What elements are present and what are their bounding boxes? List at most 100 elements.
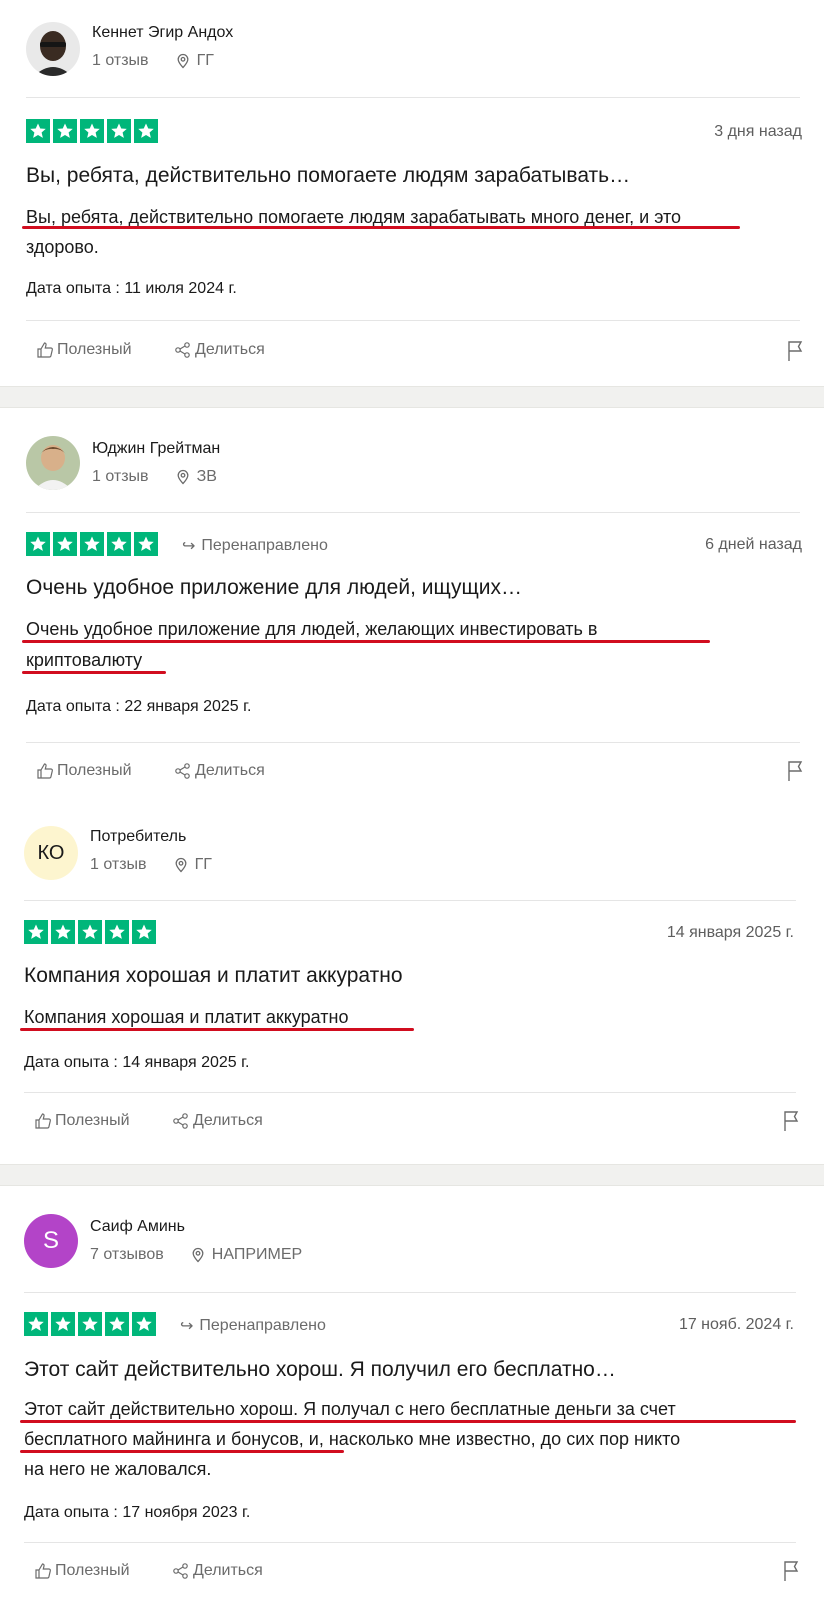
share-label: Делиться (193, 1562, 263, 1579)
redirect-arrow-icon: ↪ (182, 538, 196, 555)
reviewer-name[interactable]: Кеннет Эгир Андох (92, 24, 233, 42)
review-card: Юджин Грейтман 1 отзыв ЗВ ↪ Перенаправле… (0, 408, 824, 1164)
star-icon (80, 119, 104, 143)
share-label: Делиться (195, 341, 265, 358)
helpful-button[interactable]: Полезный (34, 1112, 130, 1130)
thumbs-up-icon (35, 1563, 51, 1579)
helpful-label: Полезный (55, 1112, 130, 1129)
report-flag-icon[interactable] (786, 760, 806, 782)
report-flag-icon[interactable] (782, 1560, 802, 1582)
highlight-underline (20, 1028, 414, 1031)
star-icon (78, 920, 102, 944)
avatar[interactable] (26, 22, 80, 76)
helpful-button[interactable]: Полезный (34, 1562, 130, 1580)
thumbs-up-icon (37, 342, 53, 358)
user-photo-icon (26, 22, 80, 76)
review-date: 3 дня назад (714, 123, 802, 140)
share-icon (175, 763, 190, 779)
country-code: ГГ (194, 856, 212, 873)
report-flag-icon[interactable] (782, 1110, 802, 1132)
share-button[interactable]: Делиться (172, 1112, 263, 1130)
card-separator (0, 386, 824, 408)
star-icon (24, 920, 48, 944)
review-card: Кеннет Эгир Андох 1 отзыв ГГ 3 дня назад… (0, 0, 824, 386)
avatar[interactable]: КО (24, 826, 78, 880)
star-icon (26, 532, 50, 556)
reviews-count: 1 отзыв (92, 52, 149, 69)
share-button[interactable]: Делиться (172, 1562, 263, 1580)
thumbs-up-icon (37, 763, 53, 779)
divider (24, 900, 796, 901)
highlight-underline (22, 671, 166, 674)
star-icon (51, 1312, 75, 1336)
redirect-arrow-icon: ↪ (180, 1318, 194, 1335)
location-pin-icon (175, 857, 187, 873)
reviews-count: 7 отзывов (90, 1246, 164, 1263)
country-code: НАПРИМЕР (211, 1246, 303, 1263)
redirected-label: ↪ Перенаправлено (180, 1316, 326, 1336)
share-label: Делиться (193, 1112, 263, 1129)
report-flag-icon[interactable] (786, 340, 806, 362)
star-rating (26, 532, 158, 556)
helpful-button[interactable]: Полезный (36, 762, 132, 780)
divider (24, 1092, 796, 1093)
card-separator (0, 1164, 824, 1186)
divider (24, 1292, 796, 1293)
star-icon (26, 119, 50, 143)
star-icon (134, 532, 158, 556)
redirect-text: Перенаправлено (201, 537, 328, 554)
avatar[interactable] (26, 436, 80, 490)
experience-date: Дата опыта : 14 января 2025 г. (24, 1054, 250, 1071)
helpful-label: Полезный (57, 762, 132, 779)
user-photo-icon (26, 436, 80, 490)
location-pin-icon (177, 53, 189, 69)
share-icon (173, 1113, 188, 1129)
star-rating (24, 920, 156, 944)
experience-date: Дата опыта : 17 ноября 2023 г. (24, 1504, 251, 1521)
divider (26, 742, 800, 743)
reviews-count: 1 отзыв (90, 856, 147, 873)
share-icon (173, 1563, 188, 1579)
star-icon (105, 1312, 129, 1336)
star-icon (132, 920, 156, 944)
review-title[interactable]: Этот сайт действительно хорош. Я получил… (24, 1358, 616, 1382)
reviewer-meta: 1 отзыв ГГ (90, 856, 212, 874)
review-title[interactable]: Компания хорошая и платит аккуратно (24, 964, 403, 988)
review-title[interactable]: Вы, ребята, действительно помогаете людя… (26, 164, 630, 188)
highlight-underline (20, 1420, 796, 1423)
star-icon (132, 1312, 156, 1336)
share-button[interactable]: Делиться (174, 341, 265, 359)
redirected-label: ↪ Перенаправлено (182, 536, 328, 556)
divider (24, 1542, 796, 1543)
highlight-underline (22, 640, 710, 643)
star-icon (24, 1312, 48, 1336)
reviewer-name[interactable]: Потребитель (90, 828, 186, 846)
star-icon (105, 920, 129, 944)
highlight-underline (22, 226, 740, 229)
review-card: S Саиф Аминь 7 отзывов НАПРИМЕР ↪ Перена… (0, 1186, 824, 1600)
review-title[interactable]: Очень удобное приложение для людей, ищущ… (26, 576, 522, 600)
review-body-line: здорово. (26, 237, 99, 257)
reviewer-meta: 1 отзыв ЗВ (92, 468, 217, 486)
reviewer-meta: 1 отзыв ГГ (92, 52, 214, 70)
star-icon (107, 532, 131, 556)
avatar[interactable]: S (24, 1214, 78, 1268)
location-pin-icon (192, 1247, 204, 1263)
location-pin-icon (177, 469, 189, 485)
divider (26, 320, 800, 321)
star-icon (53, 119, 77, 143)
helpful-button[interactable]: Полезный (36, 341, 132, 359)
star-rating (24, 1312, 156, 1336)
reviewer-name[interactable]: Саиф Аминь (90, 1218, 185, 1236)
star-rating (26, 119, 158, 143)
divider (26, 97, 800, 98)
share-icon (175, 342, 190, 358)
reviewer-name[interactable]: Юджин Грейтман (92, 440, 220, 458)
redirect-text: Перенаправлено (199, 1317, 326, 1334)
star-icon (80, 532, 104, 556)
share-button[interactable]: Делиться (174, 762, 265, 780)
country-code: ЗВ (196, 468, 217, 485)
star-icon (107, 119, 131, 143)
review-body-line: на него не жаловался. (24, 1459, 212, 1479)
star-icon (51, 920, 75, 944)
